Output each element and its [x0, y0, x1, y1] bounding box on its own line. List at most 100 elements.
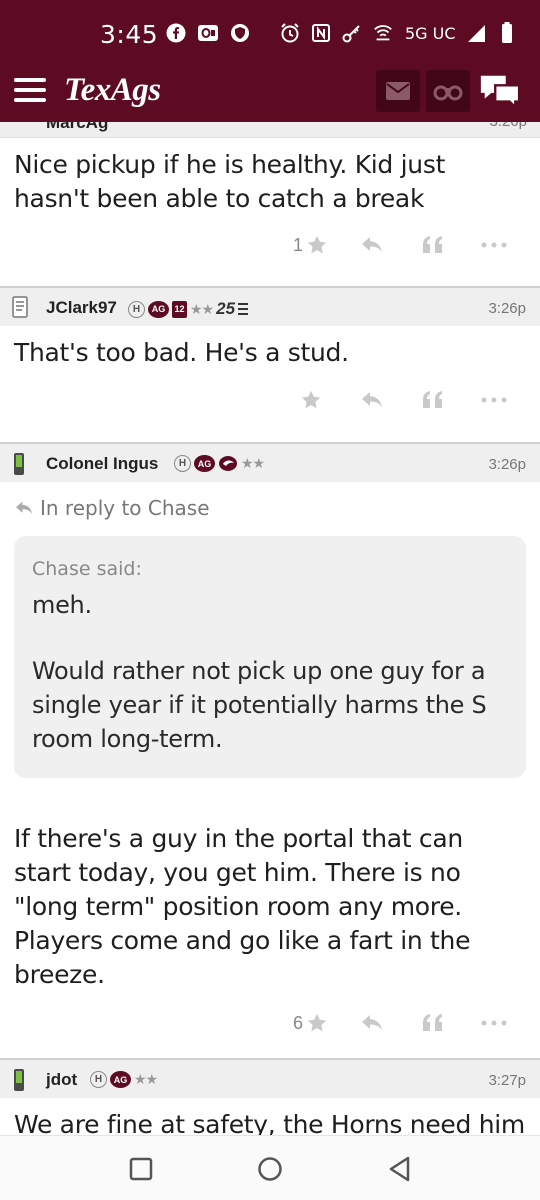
- team-logo-icon: [219, 456, 237, 471]
- post-username[interactable]: JClark97: [46, 298, 117, 318]
- quote-paragraph: Would rather not pick up one guy for a s…: [32, 657, 487, 753]
- post-actions: [0, 370, 540, 430]
- badge-h: H: [174, 455, 191, 472]
- chat-icon: [480, 75, 521, 110]
- more-icon: [481, 242, 506, 248]
- home-button[interactable]: [255, 1154, 285, 1184]
- user-badges: H AG ★★: [174, 455, 265, 472]
- menu-icon[interactable]: [14, 78, 46, 104]
- user-badges: H AG ★★: [90, 1071, 158, 1088]
- badge-25: 25: [216, 299, 236, 318]
- more-button[interactable]: [463, 1008, 524, 1038]
- quote-button[interactable]: [402, 1008, 463, 1038]
- reply-icon: [361, 1015, 382, 1031]
- back-button[interactable]: [385, 1154, 415, 1184]
- mobile-device-icon: [12, 452, 26, 481]
- wifi-calling-icon: [372, 22, 394, 44]
- star-icon: [307, 1013, 327, 1032]
- post-actions: 1: [0, 216, 540, 274]
- badge-h: H: [128, 300, 145, 318]
- status-time: 3:45: [100, 20, 159, 49]
- post-header: JClark97 H AG 12 ★★ 25 3:26p: [0, 286, 540, 326]
- badge-h: H: [90, 1071, 107, 1088]
- quote-block: Chase said: meh. Would rather not pick u…: [14, 536, 526, 778]
- star-icon: [307, 235, 327, 254]
- post-body: We are fine at safety, the Horns need hi…: [14, 1110, 525, 1135]
- mail-button[interactable]: [376, 70, 420, 112]
- post-header: MarcAg 3:26p: [0, 122, 540, 138]
- binoculars-icon: [433, 85, 463, 101]
- in-reply-to-link[interactable]: In reply to Chase: [0, 482, 540, 520]
- recents-button[interactable]: [126, 1154, 156, 1184]
- more-icon: [481, 1020, 506, 1026]
- alarm-icon: [279, 22, 301, 44]
- post-body: Nice pickup if he is healthy. Kid just h…: [14, 150, 446, 213]
- post-body: That's too bad. He's a stud.: [14, 338, 349, 367]
- badge-stars: ★★: [190, 300, 214, 317]
- facebook-icon: [165, 22, 187, 44]
- system-nav-bar: [0, 1135, 540, 1200]
- nfc-icon: [310, 22, 332, 44]
- binoculars-button[interactable]: [426, 70, 470, 112]
- key-icon: [341, 22, 363, 44]
- like-count: 6: [292, 1012, 303, 1033]
- battery-icon: [496, 22, 518, 44]
- home-icon: [258, 1157, 282, 1181]
- more-button[interactable]: [463, 230, 524, 260]
- reply-button[interactable]: [341, 230, 402, 260]
- outlook-icon: [197, 22, 219, 44]
- quote-icon: [422, 236, 442, 253]
- star-icon: [301, 390, 320, 409]
- post-username[interactable]: jdot: [46, 1070, 77, 1090]
- quote-button[interactable]: [402, 385, 463, 415]
- more-icon: [481, 397, 506, 403]
- site-logo[interactable]: TexAgs: [64, 72, 161, 109]
- badge-ag: AG: [148, 300, 169, 318]
- post-actions: 6: [0, 992, 540, 1054]
- post-timestamp: 3:26p: [488, 456, 526, 473]
- reply-icon: [361, 237, 382, 253]
- bars-icon: [238, 303, 249, 315]
- badge-12: 12: [172, 300, 187, 318]
- recents-icon: [129, 1157, 153, 1181]
- post-timestamp: 3:27p: [488, 1072, 526, 1089]
- desktop-device-icon: [12, 296, 28, 323]
- user-badges: H AG 12 ★★ 25: [128, 299, 249, 319]
- thread-content[interactable]: MarcAg 3:26p Nice pickup if he is health…: [0, 122, 540, 1135]
- post-username[interactable]: MarcAg: [46, 122, 108, 133]
- post-timestamp: 3:26p: [489, 122, 527, 130]
- post-header: Colonel Ingus H AG ★★ 3:26p: [0, 442, 540, 482]
- post-timestamp: 3:26p: [488, 300, 526, 317]
- badge-ag: AG: [194, 455, 215, 472]
- quote-author: Chase said:: [32, 558, 142, 580]
- in-reply-to-text: In reply to Chase: [40, 496, 210, 520]
- quote-icon: [422, 1014, 442, 1031]
- mobile-device-icon: [12, 1068, 26, 1097]
- reply-button[interactable]: [341, 1008, 402, 1038]
- shield-app-icon: [229, 22, 251, 44]
- like-button[interactable]: 1: [280, 230, 341, 260]
- like-count: 1: [292, 234, 303, 255]
- badge-stars: ★★: [241, 455, 265, 471]
- app-header: TexAgs: [0, 60, 540, 122]
- network-label: 5G UC: [405, 23, 456, 43]
- quote-button[interactable]: [402, 230, 463, 260]
- reply-arrow-icon: [16, 501, 32, 514]
- quote-paragraph: meh.: [32, 591, 92, 619]
- mail-icon: [386, 82, 410, 100]
- chat-button[interactable]: [478, 70, 522, 112]
- post-header: jdot H AG ★★ 3:27p: [0, 1058, 540, 1098]
- badge-ag: AG: [110, 1071, 131, 1088]
- reply-icon: [361, 392, 382, 408]
- quote-icon: [422, 391, 442, 408]
- more-button[interactable]: [463, 385, 524, 415]
- signal-icon: [465, 22, 487, 44]
- badge-stars: ★★: [134, 1071, 158, 1087]
- like-button[interactable]: 6: [280, 1008, 341, 1038]
- reply-button[interactable]: [341, 385, 402, 415]
- status-bar: 3:45 5G UC: [0, 0, 540, 60]
- like-button[interactable]: [280, 385, 341, 415]
- post-username[interactable]: Colonel Ingus: [46, 454, 158, 474]
- post-body: If there's a guy in the portal that can …: [14, 824, 471, 989]
- back-icon: [389, 1156, 410, 1182]
